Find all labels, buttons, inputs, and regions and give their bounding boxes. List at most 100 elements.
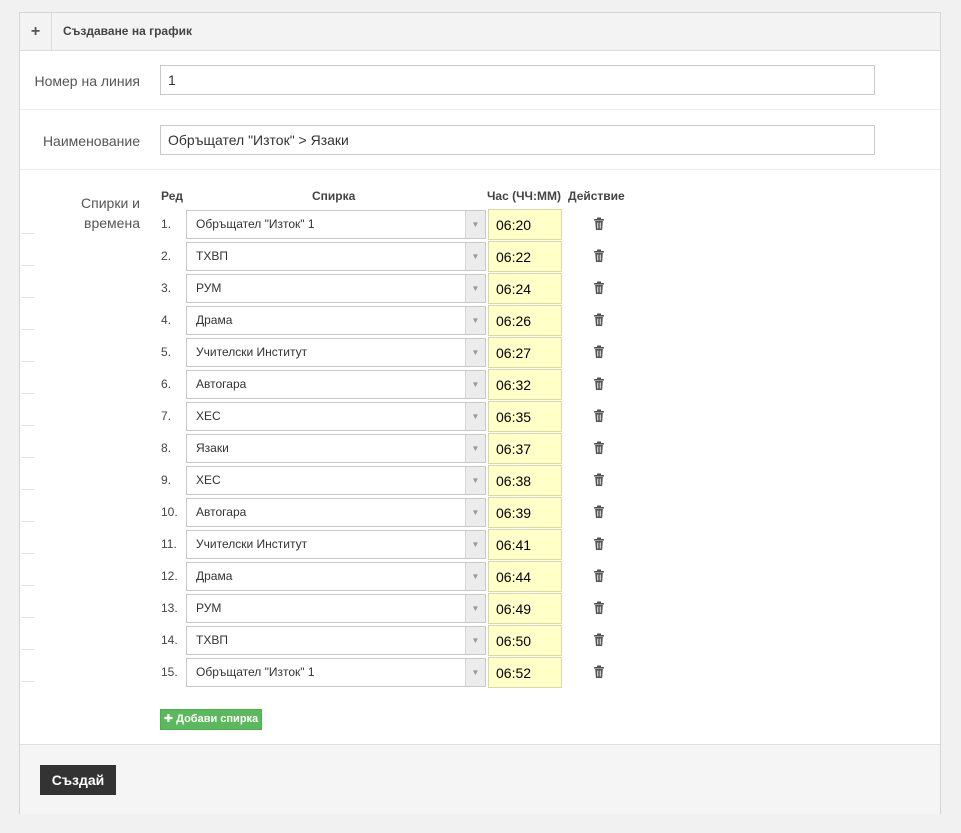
- stop-select[interactable]: Учителски Институт ▼: [186, 338, 486, 367]
- trash-icon[interactable]: [593, 217, 605, 231]
- stop-number: 4.: [161, 313, 172, 327]
- stop-row: 5. Учителски Институт ▼: [20, 337, 940, 369]
- stop-select[interactable]: Драма ▼: [186, 562, 486, 591]
- stop-select-value: Драма: [196, 569, 233, 583]
- stop-select[interactable]: РУМ ▼: [186, 274, 486, 303]
- time-input[interactable]: [488, 625, 562, 656]
- trash-icon[interactable]: [593, 601, 605, 615]
- stop-select[interactable]: Автогара ▼: [186, 498, 486, 527]
- trash-icon[interactable]: [593, 473, 605, 487]
- form-footer: Създай: [20, 744, 940, 814]
- stop-number: 5.: [161, 345, 172, 359]
- stop-select[interactable]: Учителски Институт ▼: [186, 530, 486, 559]
- stop-number: 12.: [161, 569, 178, 583]
- stop-select-value: ХЕС: [196, 473, 221, 487]
- row-separator: [22, 297, 34, 298]
- trash-icon[interactable]: [593, 281, 605, 295]
- time-input[interactable]: [488, 497, 562, 528]
- column-time: Час (ЧЧ:ММ): [487, 189, 561, 203]
- trash-icon[interactable]: [593, 569, 605, 583]
- stop-select[interactable]: ХЕС ▼: [186, 466, 486, 495]
- time-input[interactable]: [488, 305, 562, 336]
- trash-icon[interactable]: [593, 313, 605, 327]
- stop-select[interactable]: ТХВП ▼: [186, 242, 486, 271]
- trash-icon[interactable]: [593, 505, 605, 519]
- line-number-label: Номер на линия: [34, 73, 140, 89]
- chevron-down-icon[interactable]: ▼: [465, 435, 485, 462]
- row-separator: [22, 489, 34, 490]
- time-input[interactable]: [488, 401, 562, 432]
- chevron-down-icon[interactable]: ▼: [465, 403, 485, 430]
- time-input[interactable]: [488, 465, 562, 496]
- chevron-down-icon[interactable]: ▼: [465, 243, 485, 270]
- stop-number: 1.: [161, 217, 172, 231]
- chevron-down-icon[interactable]: ▼: [465, 627, 485, 654]
- chevron-down-icon[interactable]: ▼: [465, 339, 485, 366]
- line-number-input[interactable]: [160, 65, 875, 95]
- stop-select-value: Обръщател "Изток" 1: [196, 665, 315, 679]
- stop-select-value: ТХВП: [196, 633, 228, 647]
- chevron-down-icon[interactable]: ▼: [465, 531, 485, 558]
- row-separator: [22, 265, 34, 266]
- trash-icon[interactable]: [593, 409, 605, 423]
- time-input[interactable]: [488, 593, 562, 624]
- time-input[interactable]: [488, 433, 562, 464]
- chevron-down-icon[interactable]: ▼: [465, 211, 485, 238]
- add-stop-label: Добави спирка: [176, 713, 259, 725]
- time-input[interactable]: [488, 337, 562, 368]
- trash-icon[interactable]: [593, 633, 605, 647]
- time-input[interactable]: [488, 369, 562, 400]
- time-input[interactable]: [488, 241, 562, 272]
- stop-row: 15. Обръщател "Изток" 1 ▼: [20, 657, 940, 689]
- stop-select[interactable]: ХЕС ▼: [186, 402, 486, 431]
- stop-select[interactable]: Драма ▼: [186, 306, 486, 335]
- row-separator: [22, 457, 34, 458]
- chevron-down-icon[interactable]: ▼: [465, 307, 485, 334]
- stop-row: 9. ХЕС ▼: [20, 465, 940, 497]
- add-stop-button[interactable]: ✚ Добави спирка: [160, 709, 262, 730]
- row-separator: [22, 553, 34, 554]
- time-input[interactable]: [488, 273, 562, 304]
- stop-select[interactable]: РУМ ▼: [186, 594, 486, 623]
- stop-number: 14.: [161, 633, 178, 647]
- stop-number: 9.: [161, 473, 172, 487]
- chevron-down-icon[interactable]: ▼: [465, 275, 485, 302]
- chevron-down-icon[interactable]: ▼: [465, 595, 485, 622]
- chevron-down-icon[interactable]: ▼: [465, 371, 485, 398]
- stop-row: 8. Язаки ▼: [20, 433, 940, 465]
- stop-select-value: Язаки: [196, 441, 229, 455]
- submit-button[interactable]: Създай: [40, 765, 116, 795]
- stop-select[interactable]: Обръщател "Изток" 1 ▼: [186, 210, 486, 239]
- name-input[interactable]: [160, 125, 875, 155]
- stop-number: 10.: [161, 505, 178, 519]
- row-separator: [22, 329, 34, 330]
- plus-icon[interactable]: +: [20, 13, 52, 50]
- trash-icon[interactable]: [593, 249, 605, 263]
- stop-select-value: РУМ: [196, 281, 222, 295]
- trash-icon[interactable]: [593, 345, 605, 359]
- trash-icon[interactable]: [593, 441, 605, 455]
- stop-select[interactable]: Автогара ▼: [186, 370, 486, 399]
- trash-icon[interactable]: [593, 377, 605, 391]
- stop-row: 11. Учителски Институт ▼: [20, 529, 940, 561]
- panel-header: + Създаване на график: [20, 13, 940, 51]
- stop-number: 15.: [161, 665, 178, 679]
- time-input[interactable]: [488, 529, 562, 560]
- stop-row: 2. ТХВП ▼: [20, 241, 940, 273]
- chevron-down-icon[interactable]: ▼: [465, 563, 485, 590]
- trash-icon[interactable]: [593, 537, 605, 551]
- time-input[interactable]: [488, 209, 562, 240]
- stop-row: 12. Драма ▼: [20, 561, 940, 593]
- chevron-down-icon[interactable]: ▼: [465, 467, 485, 494]
- time-input[interactable]: [488, 657, 562, 688]
- stop-select[interactable]: Обръщател "Изток" 1 ▼: [186, 658, 486, 687]
- panel-title: Създаване на график: [63, 24, 192, 38]
- stop-row: 13. РУМ ▼: [20, 593, 940, 625]
- row-separator: [22, 425, 34, 426]
- trash-icon[interactable]: [593, 665, 605, 679]
- stop-select[interactable]: ТХВП ▼: [186, 626, 486, 655]
- time-input[interactable]: [488, 561, 562, 592]
- stop-select[interactable]: Язаки ▼: [186, 434, 486, 463]
- chevron-down-icon[interactable]: ▼: [465, 499, 485, 526]
- chevron-down-icon[interactable]: ▼: [465, 659, 485, 686]
